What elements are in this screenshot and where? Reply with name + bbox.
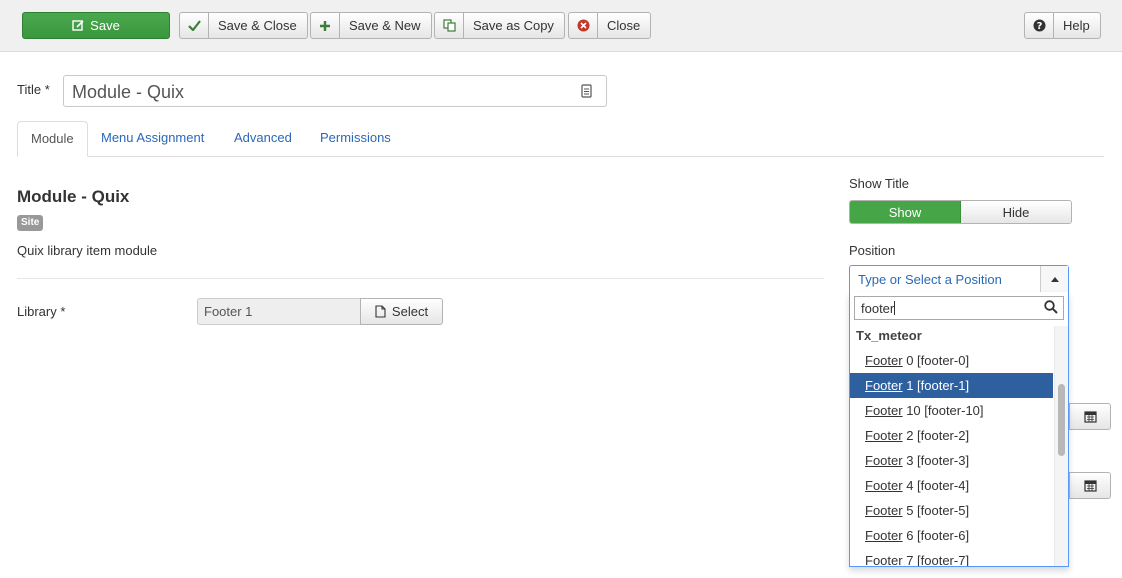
tab-module[interactable]: Module xyxy=(17,121,88,157)
plus-icon xyxy=(320,20,330,31)
library-select-button[interactable]: Select xyxy=(360,298,443,325)
file-icon xyxy=(375,305,386,318)
close-label: Close xyxy=(607,18,641,33)
tab-permissions[interactable]: Permissions xyxy=(307,121,404,157)
position-option[interactable]: Footer 0 [footer-0] xyxy=(850,348,1053,373)
module-heading: Module - Quix xyxy=(17,187,130,206)
save-close-button[interactable]: Save & Close xyxy=(179,12,308,39)
show-title-toggle: Show Hide xyxy=(849,200,1072,224)
help-label: Help xyxy=(1063,18,1090,33)
copy-icon xyxy=(442,19,456,32)
section-divider xyxy=(17,278,824,279)
module-description: Quix library item module xyxy=(17,243,158,258)
tab-menu-assignment[interactable]: Menu Assignment xyxy=(88,121,217,157)
option-group-label: Tx_meteor xyxy=(856,328,922,343)
caret-up-icon xyxy=(1050,276,1059,282)
position-option[interactable]: Footer 5 [footer-5] xyxy=(850,498,1053,523)
site-badge: Site xyxy=(17,215,44,231)
help-button[interactable]: ? Help xyxy=(1024,12,1101,39)
save-close-label: Save & Close xyxy=(218,18,297,33)
close-circle-icon xyxy=(577,19,589,32)
dropdown-toggle[interactable] xyxy=(1040,266,1068,292)
calendar-button-start[interactable] xyxy=(1069,403,1111,430)
save-new-button[interactable]: Save & New xyxy=(310,12,432,39)
title-label: Title * xyxy=(17,82,50,97)
position-option[interactable]: Footer 10 [footer-10] xyxy=(850,398,1053,423)
position-option[interactable]: Footer 4 [footer-4] xyxy=(850,473,1053,498)
toolbar: Save Save & Close Save & New Save as Cop… xyxy=(0,0,1122,52)
position-option[interactable]: Footer 6 [footer-6] xyxy=(850,523,1053,548)
hide-option[interactable]: Hide xyxy=(961,201,1071,223)
library-input: Footer 1 xyxy=(197,298,361,325)
title-value: Module - Quix xyxy=(72,82,185,102)
show-option[interactable]: Show xyxy=(850,201,961,223)
position-option-highlighted[interactable]: Footer 1 [footer-1] xyxy=(850,373,1053,398)
position-label: Position xyxy=(849,243,896,258)
save-new-label: Save & New xyxy=(349,18,421,33)
svg-text:?: ? xyxy=(1036,21,1042,32)
title-input[interactable]: Module - Quix xyxy=(63,75,607,107)
dropdown-scrollbar[interactable] xyxy=(1054,326,1068,566)
show-title-label: Show Title xyxy=(849,176,909,191)
tab-advanced[interactable]: Advanced xyxy=(221,121,305,157)
close-button[interactable]: Close xyxy=(568,12,652,39)
position-options: Footer 0 [footer-0] Footer 1 [footer-1] … xyxy=(850,348,1053,566)
calendar-button-finish[interactable] xyxy=(1069,472,1111,499)
check-icon xyxy=(187,20,201,31)
search-icon xyxy=(1044,300,1058,314)
select-label: Select xyxy=(391,304,429,319)
position-select[interactable]: Type or Select a Position xyxy=(849,265,1069,293)
calendar-icon xyxy=(1083,411,1097,423)
scrollbar-thumb[interactable] xyxy=(1058,384,1065,456)
save-copy-button[interactable]: Save as Copy xyxy=(434,12,565,39)
calendar-icon xyxy=(1083,480,1097,492)
edit-icon xyxy=(72,20,84,31)
position-search-value: footer xyxy=(861,301,895,316)
save-label: Save xyxy=(90,18,120,33)
position-dropdown: footer Tx_meteor Footer 0 [footer-0] Foo… xyxy=(849,292,1069,567)
position-placeholder: Type or Select a Position xyxy=(858,272,1002,287)
position-option[interactable]: Footer 3 [footer-3] xyxy=(850,448,1053,473)
save-copy-label: Save as Copy xyxy=(473,18,554,33)
field-options-icon[interactable] xyxy=(581,84,592,98)
text-caret xyxy=(894,301,896,315)
question-circle-icon: ? xyxy=(1033,19,1045,32)
position-option[interactable]: Footer 2 [footer-2] xyxy=(850,423,1053,448)
position-option[interactable]: Footer 7 [footer-7] xyxy=(850,548,1053,566)
library-label: Library * xyxy=(17,304,66,319)
save-button[interactable]: Save xyxy=(22,12,170,39)
position-search-input[interactable]: footer xyxy=(854,296,1064,320)
